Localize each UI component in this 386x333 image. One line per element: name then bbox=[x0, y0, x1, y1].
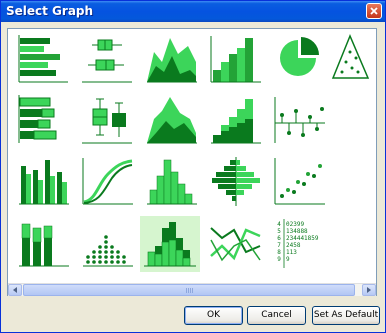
ok-button[interactable]: OK bbox=[184, 306, 243, 325]
scrollbar-grip bbox=[186, 288, 194, 293]
step-bar-icon bbox=[211, 99, 261, 144]
parallel-coordinates-icon bbox=[210, 227, 261, 262]
scatter-thumbnail[interactable] bbox=[272, 154, 330, 210]
scroll-left-button[interactable] bbox=[8, 284, 22, 296]
scrollbar-thumb[interactable] bbox=[23, 284, 355, 296]
step-bars-stacked-thumbnail[interactable] bbox=[208, 93, 266, 149]
stem-5: 5 bbox=[277, 228, 281, 235]
stem-7: 7 bbox=[277, 242, 281, 249]
histogram-icon bbox=[147, 159, 197, 205]
grouped-bar-icon bbox=[19, 160, 69, 205]
area-chart-icon bbox=[147, 38, 197, 83]
leaves-5: 134888 bbox=[286, 228, 308, 235]
area-stacked-thumbnail[interactable] bbox=[144, 93, 202, 149]
stem-4: 4 bbox=[277, 221, 281, 228]
box-plot-thumbnail[interactable] bbox=[80, 32, 138, 88]
stem-and-leaf-icon: 4 02399 5 134888 6 234441859 7 2458 8 11… bbox=[277, 219, 319, 268]
cancel-button[interactable]: Cancel bbox=[247, 306, 306, 325]
area-overlay-thumbnail[interactable] bbox=[144, 32, 202, 88]
leaves-8: 113 bbox=[286, 249, 297, 256]
close-button[interactable] bbox=[366, 3, 382, 19]
scroll-right-button[interactable] bbox=[362, 284, 376, 296]
parallel-lines-thumbnail[interactable] bbox=[208, 216, 266, 272]
box-plot-icon bbox=[82, 39, 132, 83]
histogram-highlighted-thumbnail[interactable] bbox=[140, 216, 200, 272]
arrow-right-icon bbox=[367, 287, 371, 293]
dialog-title: Select Graph bbox=[6, 4, 94, 18]
dot-plot-icon bbox=[83, 235, 133, 267]
cumulative-curve-thumbnail[interactable] bbox=[80, 154, 138, 210]
select-graph-dialog: Select Graph 4 02399 5 134888 6 23444185… bbox=[0, 0, 386, 333]
dot-line-icon bbox=[274, 97, 325, 143]
area-chart-icon bbox=[147, 97, 197, 144]
back-to-back-histogram-thumbnail[interactable] bbox=[208, 154, 266, 210]
cumulative-curve-icon bbox=[82, 158, 133, 205]
set-as-default-button[interactable]: Set As Default bbox=[312, 306, 380, 325]
box-plot-pair-thumbnail[interactable] bbox=[80, 93, 138, 149]
graph-gallery: 4 02399 5 134888 6 234441859 7 2458 8 11… bbox=[7, 28, 377, 296]
close-icon bbox=[370, 7, 378, 15]
grouped-bars-thumbnail[interactable] bbox=[16, 154, 74, 210]
leaves-4: 02399 bbox=[286, 221, 304, 228]
step-bars-thumbnail[interactable] bbox=[208, 32, 266, 88]
ternary-plot-icon bbox=[331, 34, 370, 79]
dot-line-thumbnail[interactable] bbox=[272, 93, 330, 149]
stem-9: 9 bbox=[277, 256, 281, 263]
scatter-plot-icon bbox=[274, 158, 325, 205]
stacked-bar-icon bbox=[19, 223, 69, 267]
leaves-6: 234441859 bbox=[286, 235, 319, 242]
title-bar[interactable]: Select Graph bbox=[1, 1, 385, 22]
horizontal-scrollbar[interactable] bbox=[8, 283, 376, 296]
leaves-9: 9 bbox=[286, 256, 290, 263]
pie-chart-icon bbox=[280, 37, 319, 76]
arrow-left-icon bbox=[13, 287, 17, 293]
dot-plot-thumbnail[interactable] bbox=[80, 216, 138, 272]
horizontal-bar-grouped-thumbnail[interactable] bbox=[16, 93, 74, 149]
horizontal-bar-thumbnail[interactable] bbox=[16, 32, 74, 88]
leaves-7: 2458 bbox=[286, 242, 301, 249]
horizontal-bar-icon bbox=[18, 35, 68, 83]
stem-and-leaf-thumbnail[interactable]: 4 02399 5 134888 6 234441859 7 2458 8 11… bbox=[272, 216, 342, 272]
horizontal-bar-icon bbox=[18, 95, 57, 143]
stacked-bars-thumbnail[interactable] bbox=[16, 216, 74, 272]
stem-8: 8 bbox=[277, 249, 281, 256]
ternary-thumbnail[interactable] bbox=[330, 32, 376, 88]
box-plot-icon bbox=[82, 98, 132, 144]
histogram-thumbnail[interactable] bbox=[144, 154, 202, 210]
step-bar-icon bbox=[210, 36, 261, 83]
stem-6: 6 bbox=[277, 235, 281, 242]
pie-thumbnail[interactable] bbox=[272, 32, 330, 88]
stacked-histogram-icon bbox=[144, 222, 196, 267]
back-to-back-histogram-icon bbox=[212, 157, 260, 206]
